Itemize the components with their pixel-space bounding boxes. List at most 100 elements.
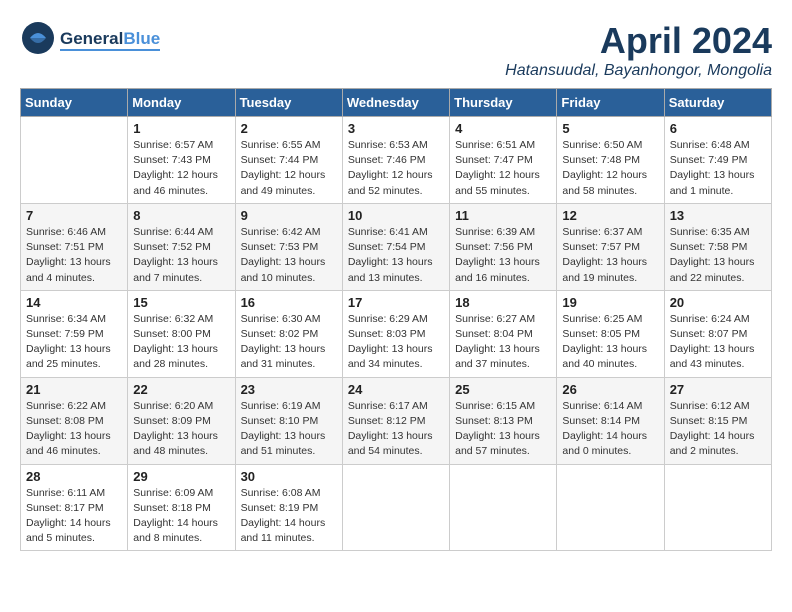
day-number: 28 <box>26 469 122 484</box>
col-monday: Monday <box>128 89 235 117</box>
day-number: 29 <box>133 469 229 484</box>
calendar-cell <box>557 464 664 551</box>
day-number: 30 <box>241 469 337 484</box>
day-info: Sunrise: 6:17 AM Sunset: 8:12 PM Dayligh… <box>348 399 444 460</box>
day-info: Sunrise: 6:14 AM Sunset: 8:14 PM Dayligh… <box>562 399 658 460</box>
day-info: Sunrise: 6:34 AM Sunset: 7:59 PM Dayligh… <box>26 312 122 373</box>
logo: GeneralBlue <box>20 20 160 61</box>
day-number: 14 <box>26 295 122 310</box>
day-number: 26 <box>562 382 658 397</box>
day-number: 8 <box>133 208 229 223</box>
calendar-table: Sunday Monday Tuesday Wednesday Thursday… <box>20 88 772 551</box>
day-info: Sunrise: 6:35 AM Sunset: 7:58 PM Dayligh… <box>670 225 766 286</box>
calendar-week-row: 1 Sunrise: 6:57 AM Sunset: 7:43 PM Daylig… <box>21 117 772 204</box>
calendar-cell: 26 Sunrise: 6:14 AM Sunset: 8:14 PM Dayli… <box>557 377 664 464</box>
calendar-cell: 23 Sunrise: 6:19 AM Sunset: 8:10 PM Dayli… <box>235 377 342 464</box>
day-number: 22 <box>133 382 229 397</box>
day-number: 9 <box>241 208 337 223</box>
day-number: 17 <box>348 295 444 310</box>
header: GeneralBlue April 2024 Hatansuudal, Baya… <box>20 20 772 80</box>
day-info: Sunrise: 6:27 AM Sunset: 8:04 PM Dayligh… <box>455 312 551 373</box>
day-number: 21 <box>26 382 122 397</box>
col-friday: Friday <box>557 89 664 117</box>
calendar-cell: 2Sunrise: 6:55 AM Sunset: 7:44 PM Daylig… <box>235 117 342 204</box>
calendar-cell: 3Sunrise: 6:53 AM Sunset: 7:46 PM Daylig… <box>342 117 449 204</box>
day-info: Sunrise: 6:22 AM Sunset: 8:08 PM Dayligh… <box>26 399 122 460</box>
calendar-cell: 12 Sunrise: 6:37 AM Sunset: 7:57 PM Dayli… <box>557 203 664 290</box>
day-info: Sunrise: 6:44 AM Sunset: 7:52 PM Dayligh… <box>133 225 229 286</box>
location-title: Hatansuudal, Bayanhongor, Mongolia <box>505 62 772 80</box>
day-number: 16 <box>241 295 337 310</box>
day-number: 13 <box>670 208 766 223</box>
month-title: April 2024 <box>505 20 772 62</box>
logo-blue: Blue <box>123 29 160 48</box>
calendar-week-row: 7 Sunrise: 6:46 AM Sunset: 7:51 PM Daylig… <box>21 203 772 290</box>
day-info: Sunrise: 6:41 AM Sunset: 7:54 PM Dayligh… <box>348 225 444 286</box>
day-number: 24 <box>348 382 444 397</box>
calendar-cell: 14 Sunrise: 6:34 AM Sunset: 7:59 PM Dayli… <box>21 290 128 377</box>
day-number: 3 <box>348 121 444 136</box>
col-tuesday: Tuesday <box>235 89 342 117</box>
calendar-cell: 29Sunrise: 6:09 AM Sunset: 8:18 PM Dayli… <box>128 464 235 551</box>
day-number: 4 <box>455 121 551 136</box>
calendar-cell: 4 Sunrise: 6:51 AM Sunset: 7:47 PM Daylig… <box>450 117 557 204</box>
day-info: Sunrise: 6:46 AM Sunset: 7:51 PM Dayligh… <box>26 225 122 286</box>
calendar-cell: 9 Sunrise: 6:42 AM Sunset: 7:53 PM Daylig… <box>235 203 342 290</box>
calendar-cell: 17 Sunrise: 6:29 AM Sunset: 8:03 PM Dayli… <box>342 290 449 377</box>
calendar-cell: 18Sunrise: 6:27 AM Sunset: 8:04 PM Dayli… <box>450 290 557 377</box>
day-number: 1 <box>133 121 229 136</box>
calendar-cell <box>664 464 771 551</box>
calendar-cell: 28 Sunrise: 6:11 AM Sunset: 8:17 PM Dayli… <box>21 464 128 551</box>
day-info: Sunrise: 6:30 AM Sunset: 8:02 PM Dayligh… <box>241 312 337 373</box>
day-info: Sunrise: 6:08 AM Sunset: 8:19 PM Dayligh… <box>241 486 337 547</box>
col-sunday: Sunday <box>21 89 128 117</box>
day-info: Sunrise: 6:32 AM Sunset: 8:00 PM Dayligh… <box>133 312 229 373</box>
day-info: Sunrise: 6:24 AM Sunset: 8:07 PM Dayligh… <box>670 312 766 373</box>
calendar-cell: 25Sunrise: 6:15 AM Sunset: 8:13 PM Dayli… <box>450 377 557 464</box>
calendar-cell: 22 Sunrise: 6:20 AM Sunset: 8:09 PM Dayli… <box>128 377 235 464</box>
calendar-cell: 5 Sunrise: 6:50 AM Sunset: 7:48 PM Daylig… <box>557 117 664 204</box>
calendar-cell: 19Sunrise: 6:25 AM Sunset: 8:05 PM Dayli… <box>557 290 664 377</box>
calendar-cell: 1 Sunrise: 6:57 AM Sunset: 7:43 PM Daylig… <box>128 117 235 204</box>
calendar-header-row: Sunday Monday Tuesday Wednesday Thursday… <box>21 89 772 117</box>
day-number: 12 <box>562 208 658 223</box>
logo-general: General <box>60 29 123 48</box>
day-number: 23 <box>241 382 337 397</box>
day-number: 27 <box>670 382 766 397</box>
day-info: Sunrise: 6:11 AM Sunset: 8:17 PM Dayligh… <box>26 486 122 547</box>
col-saturday: Saturday <box>664 89 771 117</box>
day-info: Sunrise: 6:48 AM Sunset: 7:49 PM Dayligh… <box>670 138 766 199</box>
calendar-week-row: 14 Sunrise: 6:34 AM Sunset: 7:59 PM Dayli… <box>21 290 772 377</box>
calendar-cell: 15 Sunrise: 6:32 AM Sunset: 8:00 PM Dayli… <box>128 290 235 377</box>
page-wrapper: GeneralBlue April 2024 Hatansuudal, Baya… <box>20 20 772 551</box>
calendar-cell: 13 Sunrise: 6:35 AM Sunset: 7:58 PM Dayli… <box>664 203 771 290</box>
day-number: 19 <box>562 295 658 310</box>
day-number: 5 <box>562 121 658 136</box>
day-number: 15 <box>133 295 229 310</box>
calendar-week-row: 28 Sunrise: 6:11 AM Sunset: 8:17 PM Dayli… <box>21 464 772 551</box>
day-info: Sunrise: 6:57 AM Sunset: 7:43 PM Dayligh… <box>133 138 229 199</box>
calendar-cell: 6Sunrise: 6:48 AM Sunset: 7:49 PM Daylig… <box>664 117 771 204</box>
calendar-cell <box>342 464 449 551</box>
col-thursday: Thursday <box>450 89 557 117</box>
day-info: Sunrise: 6:42 AM Sunset: 7:53 PM Dayligh… <box>241 225 337 286</box>
day-number: 20 <box>670 295 766 310</box>
day-info: Sunrise: 6:19 AM Sunset: 8:10 PM Dayligh… <box>241 399 337 460</box>
day-number: 7 <box>26 208 122 223</box>
day-info: Sunrise: 6:50 AM Sunset: 7:48 PM Dayligh… <box>562 138 658 199</box>
day-info: Sunrise: 6:29 AM Sunset: 8:03 PM Dayligh… <box>348 312 444 373</box>
day-info: Sunrise: 6:51 AM Sunset: 7:47 PM Dayligh… <box>455 138 551 199</box>
col-wednesday: Wednesday <box>342 89 449 117</box>
calendar-cell: 8 Sunrise: 6:44 AM Sunset: 7:52 PM Daylig… <box>128 203 235 290</box>
calendar-cell: 11Sunrise: 6:39 AM Sunset: 7:56 PM Dayli… <box>450 203 557 290</box>
day-info: Sunrise: 6:37 AM Sunset: 7:57 PM Dayligh… <box>562 225 658 286</box>
day-info: Sunrise: 6:20 AM Sunset: 8:09 PM Dayligh… <box>133 399 229 460</box>
day-info: Sunrise: 6:55 AM Sunset: 7:44 PM Dayligh… <box>241 138 337 199</box>
day-info: Sunrise: 6:15 AM Sunset: 8:13 PM Dayligh… <box>455 399 551 460</box>
calendar-cell: 10 Sunrise: 6:41 AM Sunset: 7:54 PM Dayli… <box>342 203 449 290</box>
calendar-cell: 21 Sunrise: 6:22 AM Sunset: 8:08 PM Dayli… <box>21 377 128 464</box>
calendar-cell <box>450 464 557 551</box>
calendar-cell: 16 Sunrise: 6:30 AM Sunset: 8:02 PM Dayli… <box>235 290 342 377</box>
day-number: 10 <box>348 208 444 223</box>
calendar-cell: 30 Sunrise: 6:08 AM Sunset: 8:19 PM Dayli… <box>235 464 342 551</box>
